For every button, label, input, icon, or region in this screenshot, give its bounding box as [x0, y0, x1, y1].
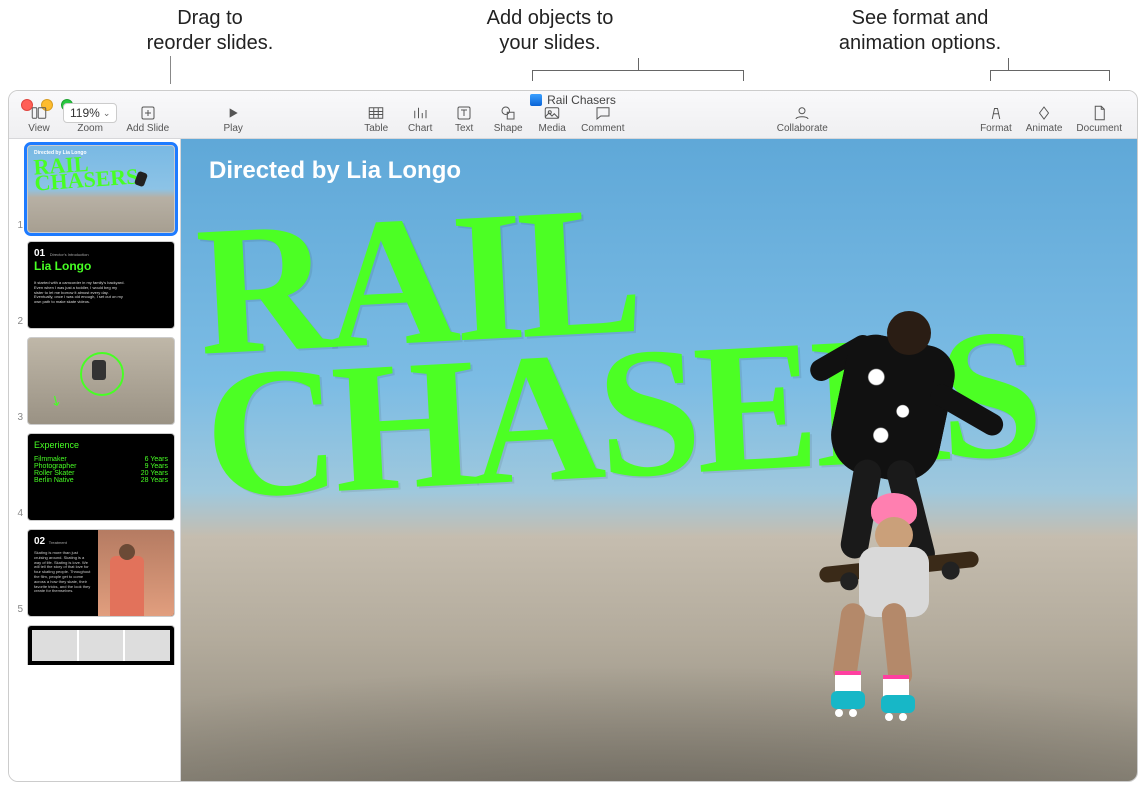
- zoom-label: Zoom: [77, 123, 103, 134]
- slide-thumb-6[interactable]: [13, 625, 176, 665]
- shape-button[interactable]: Shape: [488, 103, 528, 134]
- document-label: Document: [1076, 123, 1122, 134]
- thumb4-r3r: 28 Years: [141, 477, 168, 484]
- thumb4-r2l: Roller Skater: [34, 470, 74, 477]
- slide-canvas[interactable]: Directed by Lia Longo RAIL CHASERS: [181, 139, 1137, 781]
- chart-icon: [411, 103, 429, 123]
- format-icon: [987, 103, 1005, 123]
- slide-num: [13, 663, 23, 665]
- chevron-down-icon: ⌄: [103, 108, 111, 119]
- play-icon: [225, 103, 241, 123]
- titlebar: Rail Chasers View 119% ⌄ Zoom Add: [9, 91, 1137, 139]
- callout-reorder: Drag to reorder slides.: [147, 7, 274, 54]
- animate-icon: [1035, 103, 1053, 123]
- thumb5-para: Skating is more than just cruising aroun…: [34, 551, 92, 594]
- media-icon: [543, 103, 561, 123]
- play-button[interactable]: Play: [178, 103, 288, 134]
- thumb2-para: It started with a camcorder in my family…: [34, 281, 128, 305]
- format-label: Format: [980, 123, 1012, 134]
- table-icon: [367, 103, 385, 123]
- callout-format-animate: See format and animation options.: [839, 7, 1001, 54]
- thumb4-r0r: 6 Years: [145, 456, 168, 463]
- media-label: Media: [539, 123, 566, 134]
- chart-label: Chart: [408, 123, 432, 134]
- slide-thumb-1[interactable]: 1 Directed by Lia Longo RAILCHASERS: [13, 145, 176, 233]
- document-icon: [1090, 103, 1108, 123]
- animate-button[interactable]: Animate: [1021, 103, 1068, 134]
- roller-skater-graphic: [807, 493, 967, 693]
- callout-right-bracket: [990, 70, 1110, 80]
- shape-icon: [499, 103, 517, 123]
- slide-thumb-5[interactable]: 5 02 Treatment Skating is more than just…: [13, 529, 176, 617]
- callout-center-bracket: [532, 70, 744, 80]
- zoom-value: 119%: [70, 106, 100, 120]
- slide-num: 5: [13, 604, 23, 617]
- add-slide-label: Add Slide: [126, 123, 169, 134]
- thumb2-name: Lia Longo: [34, 259, 91, 273]
- chart-button[interactable]: Chart: [400, 103, 440, 134]
- thumb5-subtitle: Treatment: [49, 540, 67, 545]
- slide-thumb-4[interactable]: 4 Experience Filmmaker 6 Years Photograph…: [13, 433, 176, 521]
- collaborate-label: Collaborate: [777, 123, 828, 134]
- format-button[interactable]: Format: [975, 103, 1017, 134]
- media-button[interactable]: Media: [532, 103, 572, 134]
- callout-add-objects: Add objects to your slides.: [487, 7, 614, 54]
- thumb4-r3l: Berlin Native: [34, 477, 74, 484]
- thumb4-r1r: 9 Years: [145, 463, 168, 470]
- thumb2-subtitle: Director's Introduction: [50, 252, 89, 257]
- text-icon: [455, 103, 473, 123]
- add-slide-button[interactable]: Add Slide: [121, 103, 174, 134]
- slide-num: 1: [13, 220, 23, 233]
- view-button[interactable]: View: [19, 103, 59, 134]
- keynote-window: Rail Chasers View 119% ⌄ Zoom Add: [8, 90, 1138, 782]
- slide-num: 2: [13, 316, 23, 329]
- slide-thumb-3[interactable]: 3 ↘: [13, 337, 176, 425]
- thumb2-num: 01: [34, 248, 45, 259]
- text-button[interactable]: Text: [444, 103, 484, 134]
- slide-thumb-2[interactable]: 2 01 Director's Introduction Lia Longo I…: [13, 241, 176, 329]
- thumb4-header: Experience: [34, 440, 168, 450]
- table-label: Table: [364, 123, 388, 134]
- slide-num: 4: [13, 508, 23, 521]
- collaborate-icon: [793, 103, 811, 123]
- thumb4-r2r: 20 Years: [141, 470, 168, 477]
- shape-label: Shape: [494, 123, 523, 134]
- comment-icon: [594, 103, 612, 123]
- zoom-dropdown[interactable]: 119% ⌄: [63, 103, 117, 123]
- view-icon: [30, 103, 48, 123]
- thumb5-num: 02: [34, 536, 45, 547]
- thumb4-r1l: Photographer: [34, 463, 76, 470]
- document-button[interactable]: Document: [1071, 103, 1127, 134]
- slide-num: 3: [13, 412, 23, 425]
- thumb4-r0l: Filmmaker: [34, 456, 67, 463]
- comment-button[interactable]: Comment: [576, 103, 629, 134]
- text-label: Text: [455, 123, 473, 134]
- animate-label: Animate: [1026, 123, 1063, 134]
- comment-label: Comment: [581, 123, 624, 134]
- plus-icon: [139, 103, 157, 123]
- collaborate-button[interactable]: Collaborate: [767, 103, 837, 134]
- play-label: Play: [223, 123, 242, 134]
- table-button[interactable]: Table: [356, 103, 396, 134]
- view-label: View: [28, 123, 50, 134]
- slide-navigator[interactable]: 1 Directed by Lia Longo RAILCHASERS 2 01…: [9, 139, 181, 781]
